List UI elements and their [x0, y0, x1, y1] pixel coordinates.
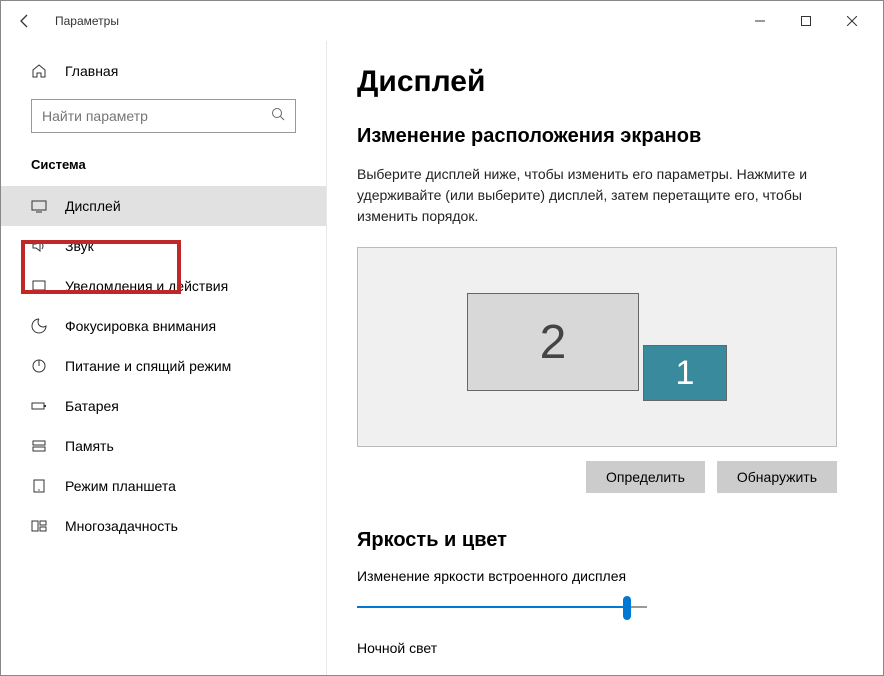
display-icon	[31, 198, 47, 214]
close-button[interactable]	[829, 5, 875, 37]
sidebar-item-power[interactable]: Питание и спящий режим	[1, 346, 326, 386]
sidebar-item-label: Память	[65, 438, 114, 454]
monitor-2[interactable]: 2	[467, 293, 639, 391]
brightness-slider[interactable]	[357, 596, 647, 620]
search-icon	[271, 107, 285, 126]
maximize-button[interactable]	[783, 5, 829, 37]
sidebar: Главная Система Дисплей Звук Уведомления…	[1, 41, 326, 675]
sidebar-item-label: Батарея	[65, 398, 119, 414]
battery-icon	[31, 398, 47, 414]
highlight-annotation	[21, 240, 181, 294]
sidebar-item-label: Режим планшета	[65, 478, 176, 494]
arrange-heading: Изменение расположения экранов	[357, 125, 853, 148]
back-button[interactable]	[9, 5, 41, 37]
sidebar-item-label: Многозадачность	[65, 518, 178, 534]
brightness-label: Изменение яркости встроенного дисплея	[357, 568, 853, 584]
sidebar-item-label: Дисплей	[65, 198, 121, 214]
sidebar-item-focus[interactable]: Фокусировка внимания	[1, 306, 326, 346]
home-label: Главная	[65, 63, 118, 79]
minimize-button[interactable]	[737, 5, 783, 37]
slider-fill	[357, 606, 627, 608]
sidebar-item-display[interactable]: Дисплей	[1, 186, 326, 226]
sidebar-item-storage[interactable]: Память	[1, 426, 326, 466]
detect-button[interactable]: Обнаружить	[717, 461, 837, 493]
sidebar-item-tablet[interactable]: Режим планшета	[1, 466, 326, 506]
home-link[interactable]: Главная	[1, 53, 326, 89]
slider-thumb[interactable]	[623, 596, 631, 620]
tablet-icon	[31, 478, 47, 494]
main-content: Дисплей Изменение расположения экранов В…	[326, 41, 883, 675]
power-icon	[31, 358, 47, 374]
sidebar-item-label: Питание и спящий режим	[65, 358, 231, 374]
brightness-heading: Яркость и цвет	[357, 529, 853, 552]
display-arrangement[interactable]: 2 1	[357, 247, 837, 447]
sidebar-item-battery[interactable]: Батарея	[1, 386, 326, 426]
group-title: Система	[1, 151, 326, 186]
search-input-wrap[interactable]	[31, 99, 296, 133]
search-input[interactable]	[42, 108, 271, 124]
arrange-description: Выберите дисплей ниже, чтобы изменить ег…	[357, 164, 827, 227]
sidebar-item-label: Фокусировка внимания	[65, 318, 216, 334]
storage-icon	[31, 438, 47, 454]
sidebar-item-multitask[interactable]: Многозадачность	[1, 506, 326, 546]
window-title: Параметры	[55, 14, 119, 28]
identify-button[interactable]: Определить	[586, 461, 705, 493]
page-title: Дисплей	[357, 65, 853, 99]
night-light-label: Ночной свет	[357, 640, 853, 656]
monitor-1[interactable]: 1	[643, 345, 727, 401]
focus-icon	[31, 318, 47, 334]
multitask-icon	[31, 518, 47, 534]
home-icon	[31, 63, 47, 79]
